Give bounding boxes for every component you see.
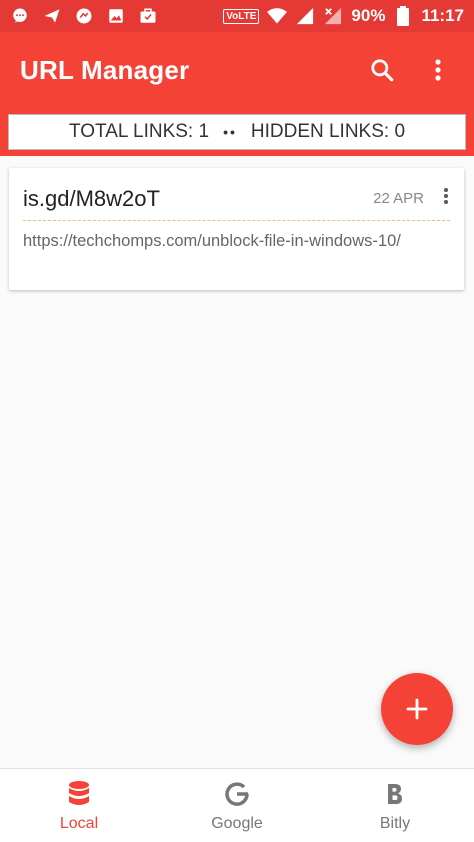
short-url: is.gd/M8w2oT: [23, 186, 160, 211]
battery-percent: 90%: [351, 6, 386, 25]
image-icon: [106, 6, 126, 26]
nav-label-google: Google: [211, 814, 263, 832]
google-icon: [223, 779, 251, 809]
notification-icons: [10, 6, 158, 26]
clock: 11:17: [421, 6, 464, 25]
chat-icon: [10, 6, 30, 26]
plus-icon: [406, 698, 428, 720]
stats-separator: ••: [223, 124, 237, 140]
nav-label-local: Local: [59, 814, 99, 832]
system-status: VoLTE 90% 11:17: [223, 6, 464, 26]
volte-indicator: VoLTE: [223, 8, 260, 24]
nav-tab-local[interactable]: Local: [0, 769, 158, 842]
add-link-button[interactable]: [381, 673, 453, 745]
app-bar: URL Manager: [0, 32, 474, 108]
app-actions: [366, 54, 454, 86]
wifi-icon: [267, 6, 288, 26]
app-title: URL Manager: [20, 54, 190, 85]
link-card[interactable]: is.gd/M8w2oT 22 APR https://techchomps.c…: [9, 168, 464, 290]
hidden-links-count: HIDDEN LINKS: 0: [250, 121, 406, 142]
link-date: 22 APR: [373, 190, 424, 207]
nav-tab-google[interactable]: Google: [158, 769, 316, 842]
send-icon: [42, 6, 62, 26]
battery-icon: [393, 6, 413, 26]
signal-icon: [295, 6, 315, 26]
card-divider: [23, 220, 450, 221]
nav-tab-bitly[interactable]: Bitly: [316, 769, 474, 842]
total-links-count: TOTAL LINKS: 1: [68, 121, 210, 142]
bitly-icon: [385, 779, 405, 809]
nav-label-bitly: Bitly: [379, 814, 411, 832]
bottom-navigation: Local Google Bitly: [0, 768, 474, 842]
briefcase-check-icon: [138, 6, 158, 26]
stats-container: TOTAL LINKS: 1 •• HIDDEN LINKS: 0: [0, 108, 474, 156]
app-notification-icon: [74, 6, 94, 26]
link-stats-bar: TOTAL LINKS: 1 •• HIDDEN LINKS: 0: [8, 114, 466, 150]
signal-no-service-icon: [323, 6, 343, 26]
long-url: https://techchomps.com/unblock-file-in-w…: [23, 232, 401, 250]
card-more-vert-icon[interactable]: [436, 184, 456, 208]
database-icon: [67, 779, 91, 809]
status-bar: VoLTE 90% 11:17: [0, 0, 474, 32]
more-vert-icon[interactable]: [422, 54, 454, 86]
search-icon[interactable]: [366, 54, 398, 86]
